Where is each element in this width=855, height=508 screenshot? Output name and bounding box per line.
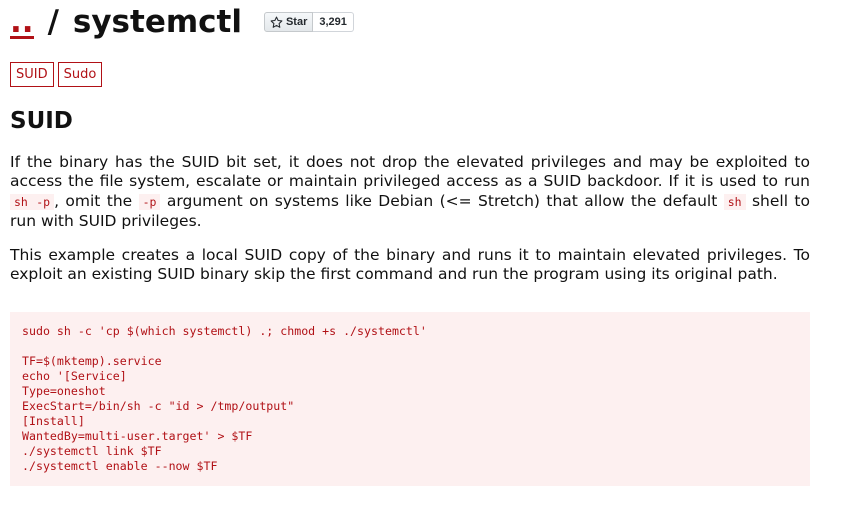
github-star-widget: Star 3,291 [263,12,354,32]
function-tags: SUID Sudo [10,62,103,87]
inline-code-sh-p: sh -p [10,193,55,210]
suid-description: If the binary has the SUID bit set, it d… [10,153,810,231]
star-button[interactable]: Star [263,12,314,32]
suid-example-description: This example creates a local SUID copy o… [10,246,810,284]
suid-description-text-3: argument on systems like Debian (<= Stre… [160,191,724,210]
tag-sudo[interactable]: Sudo [57,62,103,87]
star-outline-icon [270,16,283,28]
page-title: .. / systemctl [10,2,242,42]
page-name: systemctl [72,4,242,40]
code-block: sudo sh -c 'cp $(which systemctl) .; chm… [10,312,810,486]
star-button-label: Star [285,16,308,28]
tag-suid[interactable]: SUID [10,62,54,87]
inline-code-sh: sh [723,193,746,210]
section-heading-suid: SUID [10,108,73,134]
page-header: .. / systemctl Star 3,291 [10,0,354,44]
inline-code-p-flag: -p [138,193,161,210]
star-count[interactable]: 3,291 [313,12,354,32]
parent-directory-link[interactable]: .. [10,7,34,39]
suid-description-text-1: If the binary has the SUID bit set, it d… [10,153,810,191]
title-separator: / [47,4,59,40]
suid-description-text-2: , omit the [54,191,139,210]
